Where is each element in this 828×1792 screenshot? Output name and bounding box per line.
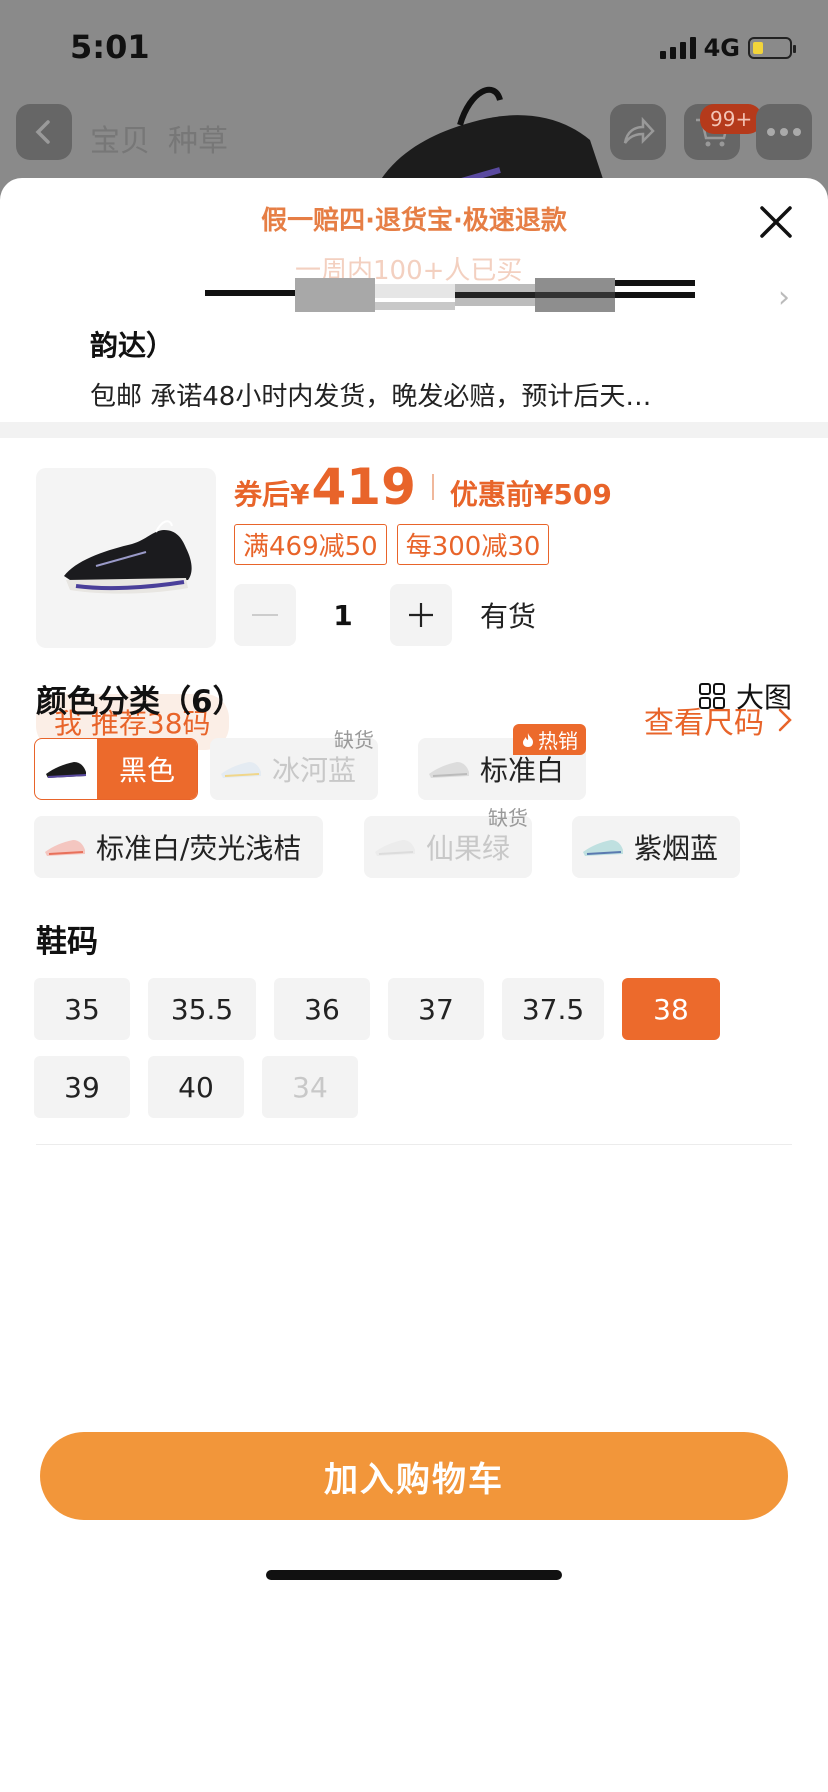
battery-icon bbox=[748, 37, 796, 59]
currency-symbol: ¥ bbox=[290, 478, 310, 511]
color-label: 仙果绿 bbox=[426, 832, 511, 865]
quantity-value[interactable]: 1 bbox=[296, 599, 390, 632]
back-button[interactable] bbox=[16, 104, 72, 160]
add-to-cart-button[interactable]: 加入购物车 bbox=[40, 1432, 788, 1520]
color-label: 标准白/荧光浅桔 bbox=[96, 832, 302, 865]
size-option-35-5[interactable]: 35.5 bbox=[148, 978, 256, 1040]
sku-selector-sheet: 假一赔四·退货宝·极速退款 一周内100+人已买 › 韵达） 包邮 承诺48小时… bbox=[0, 178, 828, 1792]
more-icon bbox=[767, 128, 801, 136]
coupon-tag: 满469减50 bbox=[234, 524, 387, 565]
hot-sale-label: 热销 bbox=[538, 729, 579, 753]
size-option-34[interactable]: 34 bbox=[262, 1056, 358, 1118]
tab-grass[interactable]: 种草 bbox=[168, 116, 228, 160]
flame-icon bbox=[523, 732, 534, 747]
minus-icon bbox=[252, 614, 278, 616]
shoe-icon bbox=[364, 816, 426, 878]
size-option-35[interactable]: 35 bbox=[34, 978, 130, 1040]
out-of-stock-tag: 缺货 bbox=[488, 806, 529, 830]
price-separator bbox=[431, 474, 434, 500]
size-option-37[interactable]: 37 bbox=[388, 978, 484, 1040]
redacted-bar bbox=[205, 278, 695, 312]
size-option-40[interactable]: 40 bbox=[148, 1056, 244, 1118]
share-icon bbox=[623, 117, 655, 145]
size-option-38[interactable]: 38 bbox=[622, 978, 720, 1040]
size-section-title: 鞋码 bbox=[36, 924, 98, 960]
color-option-fairy-green[interactable]: 仙果绿 缺货 bbox=[364, 806, 533, 878]
color-label: 黑色 bbox=[97, 739, 198, 799]
chevron-left-icon bbox=[35, 120, 50, 144]
increase-button[interactable] bbox=[390, 584, 452, 646]
courier-name: 韵达） bbox=[90, 329, 175, 362]
hot-sale-tag: 热销 bbox=[513, 724, 587, 755]
shoe-icon bbox=[210, 738, 272, 800]
quantity-stepper: 1 有货 bbox=[234, 584, 536, 646]
home-indicator bbox=[266, 1570, 562, 1580]
size-option-37-5[interactable]: 37.5 bbox=[502, 978, 604, 1040]
background-page: 5:01 4G 宝贝 种草 99+ bbox=[0, 0, 828, 200]
shoe-thumbnail-image bbox=[64, 520, 192, 594]
network-type: 4G bbox=[703, 34, 740, 62]
color-option-standard-white[interactable]: 标准白 热销 bbox=[418, 724, 587, 800]
cart-count-badge: 99+ bbox=[700, 104, 763, 134]
price-value: 419 bbox=[311, 458, 416, 516]
shoe-icon bbox=[418, 738, 480, 800]
shipping-note[interactable]: 包邮 承诺48小时内发货，晚发必赔，预计后天… bbox=[90, 376, 651, 413]
size-option-39[interactable]: 39 bbox=[34, 1056, 130, 1118]
status-indicators: 4G bbox=[659, 34, 796, 62]
original-price-label: 优惠前 bbox=[449, 478, 534, 511]
color-option-black[interactable]: 黑色 bbox=[34, 738, 199, 800]
original-currency: ¥ bbox=[533, 478, 554, 511]
close-icon[interactable] bbox=[754, 200, 798, 244]
color-label: 紫烟蓝 bbox=[634, 832, 719, 865]
coupon-list: 满469减50 每300减30 bbox=[234, 524, 550, 565]
price-row: 券后 ¥ 419 优惠前 ¥ 509 bbox=[234, 458, 612, 516]
share-button[interactable] bbox=[610, 104, 666, 160]
plus-icon bbox=[409, 603, 433, 627]
color-option-glacier-blue[interactable]: 冰河蓝 缺货 bbox=[210, 728, 379, 800]
shoe-icon bbox=[572, 816, 634, 878]
decrease-button[interactable] bbox=[234, 584, 296, 646]
shoe-icon bbox=[34, 816, 96, 878]
out-of-stock-tag: 缺货 bbox=[334, 728, 375, 752]
color-section-title: 颜色分类（6） bbox=[36, 684, 244, 720]
color-option-white-orange[interactable]: 标准白/荧光浅桔 bbox=[34, 816, 324, 878]
color-label: 标准白 bbox=[480, 754, 565, 787]
price-label: 券后 bbox=[234, 478, 291, 511]
big-view-label: 大图 bbox=[735, 681, 792, 714]
size-option-36[interactable]: 36 bbox=[274, 978, 370, 1040]
big-view-toggle[interactable]: 大图 bbox=[698, 676, 792, 716]
product-thumbnail[interactable] bbox=[36, 468, 216, 648]
tab-goods[interactable]: 宝贝 bbox=[90, 116, 150, 160]
original-price-value: 509 bbox=[553, 478, 612, 511]
section-divider bbox=[36, 1144, 792, 1145]
chevron-right-icon[interactable]: › bbox=[778, 280, 790, 315]
shoe-icon bbox=[35, 739, 97, 799]
status-time: 5:01 bbox=[70, 28, 150, 66]
guarantee-banner: 假一赔四·退货宝·极速退款 bbox=[261, 206, 567, 236]
color-option-purple-smoke-blue[interactable]: 紫烟蓝 bbox=[572, 816, 741, 878]
section-divider bbox=[0, 422, 828, 438]
grid-icon bbox=[698, 683, 725, 709]
coupon-tag: 每300减30 bbox=[396, 524, 550, 565]
color-label: 冰河蓝 bbox=[272, 754, 357, 787]
more-button[interactable] bbox=[756, 104, 812, 160]
signal-icon bbox=[659, 37, 696, 59]
stock-status: 有货 bbox=[480, 600, 537, 633]
